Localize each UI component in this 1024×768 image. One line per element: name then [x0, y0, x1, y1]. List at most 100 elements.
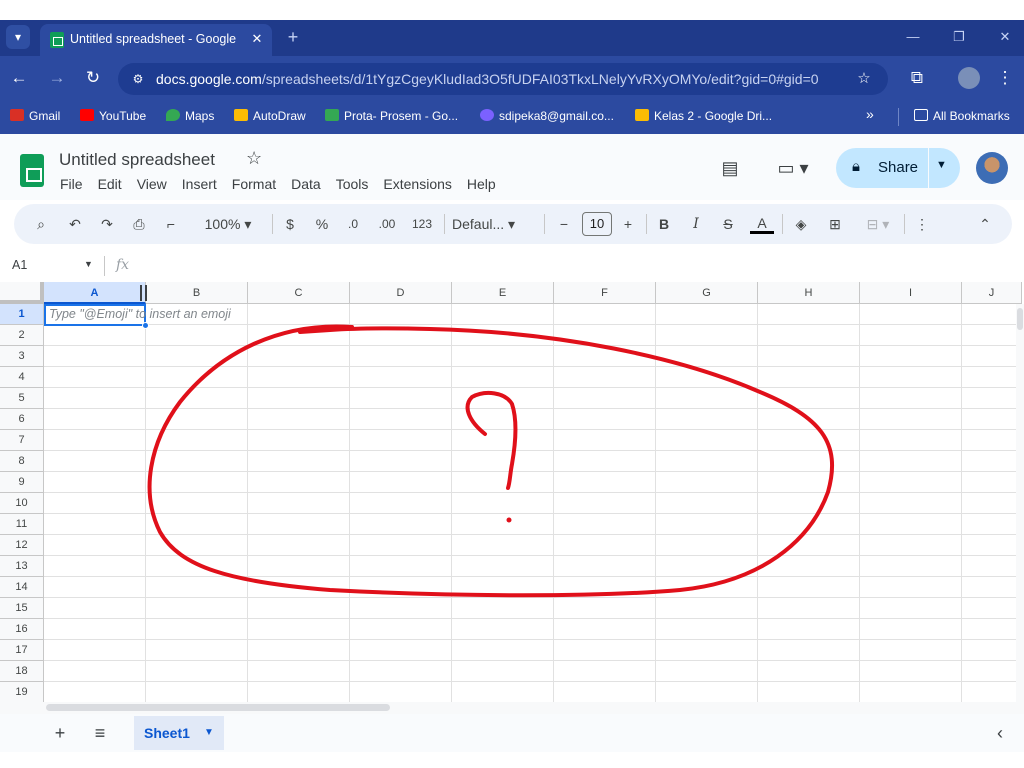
- row-header-3[interactable]: 3: [0, 346, 44, 367]
- row-header-4[interactable]: 4: [0, 367, 44, 388]
- row-header-2[interactable]: 2: [0, 325, 44, 346]
- column-header-f[interactable]: F: [554, 282, 656, 304]
- user-avatar[interactable]: [976, 152, 1008, 184]
- row-header-9[interactable]: 9: [0, 472, 44, 493]
- text-color-button[interactable]: A: [750, 212, 774, 234]
- fill-handle[interactable]: [142, 322, 149, 329]
- column-header-b[interactable]: B: [146, 282, 248, 304]
- column-header-d[interactable]: D: [350, 282, 452, 304]
- bookmark-star-icon[interactable]: ☆: [854, 69, 874, 89]
- bookmark-sdipeka8[interactable]: sdipeka8@gmail.co...: [480, 109, 614, 123]
- document-title[interactable]: Untitled spreadsheet: [59, 150, 215, 170]
- row-header-10[interactable]: 10: [0, 493, 44, 514]
- row-header-16[interactable]: 16: [0, 619, 44, 640]
- row-header-5[interactable]: 5: [0, 388, 44, 409]
- decrease-decimal-button[interactable]: .0: [340, 212, 366, 236]
- bookmark-gmail[interactable]: Gmail: [10, 109, 60, 123]
- horizontal-scrollbar-thumb[interactable]: [46, 704, 390, 711]
- menu-extensions[interactable]: Extensions: [383, 176, 451, 196]
- menu-tools[interactable]: Tools: [336, 176, 369, 196]
- bookmark-autodraw[interactable]: AutoDraw: [234, 109, 306, 123]
- name-box-dropdown-icon[interactable]: ▼: [84, 259, 93, 269]
- site-info-icon[interactable]: ⚙: [128, 69, 148, 89]
- column-header-j[interactable]: J: [962, 282, 1022, 304]
- profile-avatar-icon[interactable]: [958, 67, 980, 89]
- zoom-select[interactable]: 100% ▾: [192, 212, 264, 236]
- share-dropdown-icon[interactable]: ▼: [936, 159, 947, 171]
- decrease-font-size-icon[interactable]: −: [554, 212, 574, 236]
- more-tools-icon[interactable]: ⋮: [912, 212, 932, 236]
- menu-file[interactable]: File: [60, 176, 83, 196]
- tab-search-button[interactable]: ▾: [6, 25, 30, 49]
- row-header-15[interactable]: 15: [0, 598, 44, 619]
- row-header-13[interactable]: 13: [0, 556, 44, 577]
- column-header-a[interactable]: A: [44, 282, 146, 304]
- close-tab-icon[interactable]: ✕: [248, 30, 266, 48]
- italic-button[interactable]: I: [686, 212, 706, 236]
- vertical-scrollbar[interactable]: [1016, 304, 1024, 702]
- star-icon[interactable]: ☆: [246, 148, 262, 169]
- restore-icon[interactable]: ❐: [944, 26, 974, 48]
- column-header-c[interactable]: C: [248, 282, 350, 304]
- bookmark-prota-prosem[interactable]: Prota- Prosem - Go...: [325, 109, 458, 123]
- collapse-menus-icon[interactable]: ⌃: [974, 212, 996, 236]
- new-tab-button[interactable]: +: [282, 26, 304, 48]
- font-select[interactable]: Defaul... ▾: [452, 212, 536, 236]
- search-menus-icon[interactable]: ⌕: [30, 212, 52, 236]
- vertical-scrollbar-thumb[interactable]: [1017, 308, 1023, 330]
- number-format-button[interactable]: 123: [408, 212, 436, 236]
- url-text[interactable]: docs.google.com/spreadsheets/d/1tYgzCgey…: [156, 71, 819, 87]
- cell-area[interactable]: [44, 304, 1024, 702]
- minimize-icon[interactable]: —: [898, 26, 928, 48]
- redo-icon[interactable]: ↷: [96, 212, 118, 236]
- name-box[interactable]: A1: [12, 258, 92, 272]
- increase-font-size-icon[interactable]: +: [618, 212, 638, 236]
- bold-button[interactable]: B: [654, 212, 674, 236]
- browser-tab-active[interactable]: Untitled spreadsheet - Google ✕: [40, 24, 272, 56]
- reload-icon[interactable]: ↻: [82, 67, 104, 89]
- strikethrough-button[interactable]: S: [718, 212, 738, 236]
- bookmark-youtube[interactable]: YouTube: [80, 109, 146, 123]
- fill-color-icon[interactable]: ◈: [790, 212, 812, 236]
- row-header-19[interactable]: 19: [0, 682, 44, 702]
- undo-icon[interactable]: ↶: [64, 212, 86, 236]
- explore-collapse-icon[interactable]: ‹: [988, 722, 1012, 744]
- extensions-icon[interactable]: ⧉: [906, 67, 928, 89]
- all-bookmarks[interactable]: All Bookmarks: [914, 109, 1010, 123]
- column-header-g[interactable]: G: [656, 282, 758, 304]
- address-bar[interactable]: ⚙ docs.google.com/spreadsheets/d/1tYgzCg…: [118, 63, 888, 95]
- menu-data[interactable]: Data: [291, 176, 321, 196]
- row-header-12[interactable]: 12: [0, 535, 44, 556]
- row-header-14[interactable]: 14: [0, 577, 44, 598]
- row-header-17[interactable]: 17: [0, 640, 44, 661]
- paint-format-icon[interactable]: ⌐: [160, 212, 182, 236]
- column-header-i[interactable]: I: [860, 282, 962, 304]
- merge-cells-icon[interactable]: ⊟ ▾: [858, 212, 898, 236]
- all-sheets-icon[interactable]: ≡: [88, 722, 112, 744]
- column-header-e[interactable]: E: [452, 282, 554, 304]
- row-header-7[interactable]: 7: [0, 430, 44, 451]
- print-icon[interactable]: ⎙: [128, 212, 150, 236]
- sheet-tab-sheet1[interactable]: Sheet1 ▼: [134, 716, 224, 750]
- font-size-input[interactable]: 10: [582, 212, 612, 236]
- row-header-8[interactable]: 8: [0, 451, 44, 472]
- back-arrow-icon[interactable]: ←: [8, 67, 30, 89]
- increase-decimal-button[interactable]: .00: [372, 212, 402, 236]
- bookmark-maps[interactable]: Maps: [166, 109, 214, 123]
- menu-format[interactable]: Format: [232, 176, 276, 196]
- menu-help[interactable]: Help: [467, 176, 496, 196]
- row-header-1[interactable]: 1: [0, 304, 44, 325]
- row-header-18[interactable]: 18: [0, 661, 44, 682]
- menu-view[interactable]: View: [137, 176, 167, 196]
- sheets-logo-icon[interactable]: [20, 154, 44, 187]
- bookmark-kelas-2[interactable]: Kelas 2 - Google Dri...: [635, 109, 772, 123]
- forward-arrow-icon[interactable]: →: [46, 67, 68, 89]
- sheet-tab-dropdown-icon[interactable]: ▼: [204, 727, 214, 738]
- column-header-h[interactable]: H: [758, 282, 860, 304]
- menu-insert[interactable]: Insert: [182, 176, 217, 196]
- more-bookmarks-chevron-icon[interactable]: »: [866, 106, 874, 122]
- borders-icon[interactable]: ⊞: [824, 212, 846, 236]
- close-window-icon[interactable]: ✕: [990, 26, 1020, 48]
- more-options-icon[interactable]: ⋮: [994, 67, 1016, 89]
- percent-format-button[interactable]: %: [312, 212, 332, 236]
